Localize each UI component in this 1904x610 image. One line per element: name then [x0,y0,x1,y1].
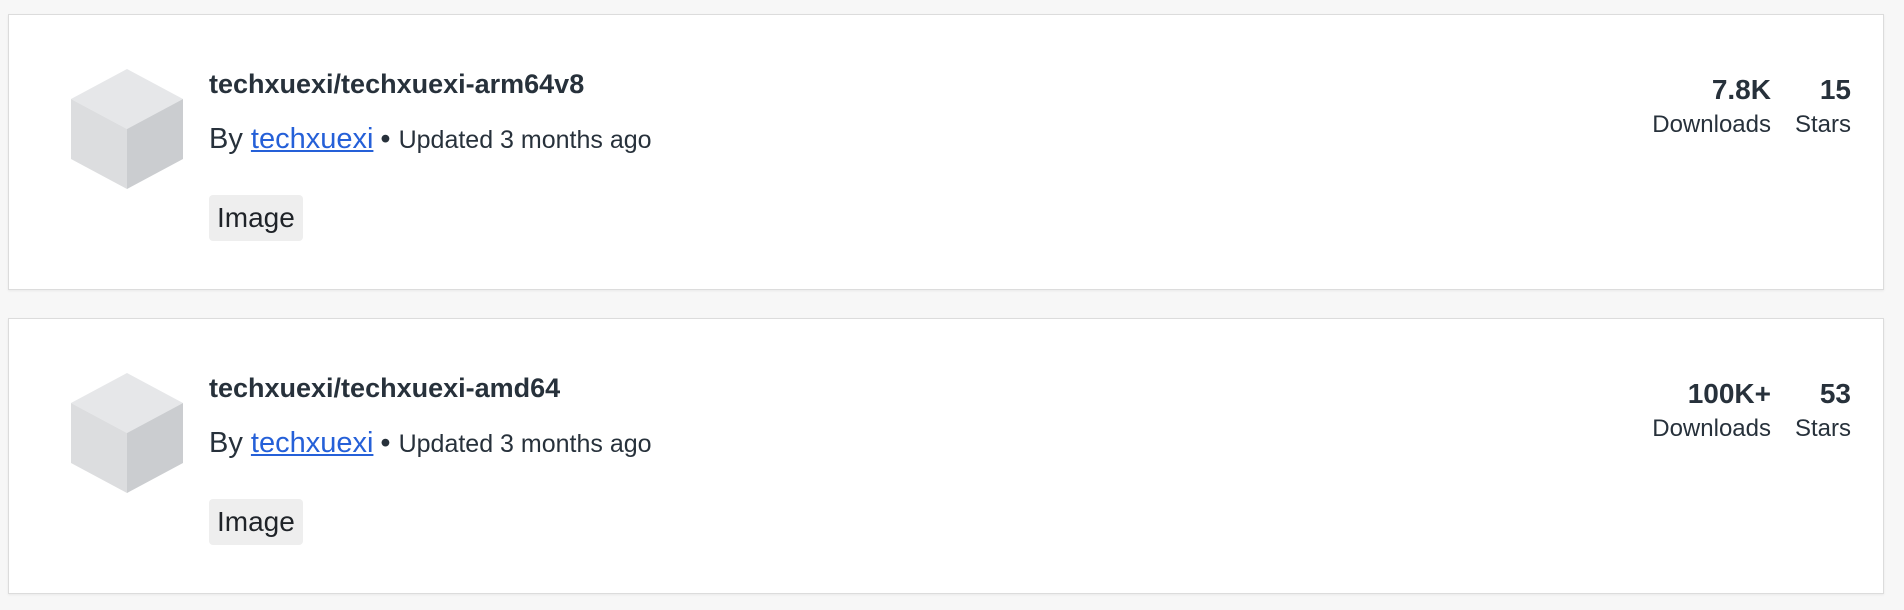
repository-name[interactable]: techxuexi/techxuexi-amd64 [209,373,560,404]
downloads-count: 7.8K [1711,74,1771,105]
cube-icon [63,365,191,493]
downloads-stat: 100K+ Downloads [1652,377,1771,447]
separator-dot: • [380,427,391,459]
result-stats: 7.8K Downloads 15 Stars [1652,73,1851,143]
updated-text: Updated 3 months ago [398,126,652,154]
stars-count: 15 [1819,74,1851,105]
result-card[interactable]: techxuexi/techxuexi-amd64 By techxuexi • U… [8,318,1884,594]
downloads-label: Downloads [1652,111,1771,138]
publisher-link[interactable]: techxuexi [251,123,374,155]
stars-count: 53 [1819,378,1851,409]
downloads-label: Downloads [1652,415,1771,442]
image-badge: Image [209,499,303,545]
stars-label: Stars [1794,415,1851,442]
updated-text: Updated 3 months ago [398,430,652,458]
stars-stat: 53 Stars [1795,377,1851,447]
publisher-link[interactable]: techxuexi [251,427,374,459]
cube-icon [63,61,191,189]
result-stats: 100K+ Downloads 53 Stars [1652,377,1851,447]
by-label: By [209,427,243,459]
stars-label: Stars [1794,111,1851,138]
result-meta: By techxuexi • Updated 3 months ago [209,427,652,460]
downloads-count: 100K+ [1687,378,1771,409]
by-label: By [209,123,243,155]
result-card[interactable]: techxuexi/techxuexi-arm64v8 By techxuexi… [8,14,1884,290]
result-meta: By techxuexi • Updated 3 months ago [209,123,652,156]
image-badge: Image [209,195,303,241]
downloads-stat: 7.8K Downloads [1652,73,1771,143]
separator-dot: • [380,123,391,155]
stars-stat: 15 Stars [1795,73,1851,143]
repository-name[interactable]: techxuexi/techxuexi-arm64v8 [209,69,584,100]
